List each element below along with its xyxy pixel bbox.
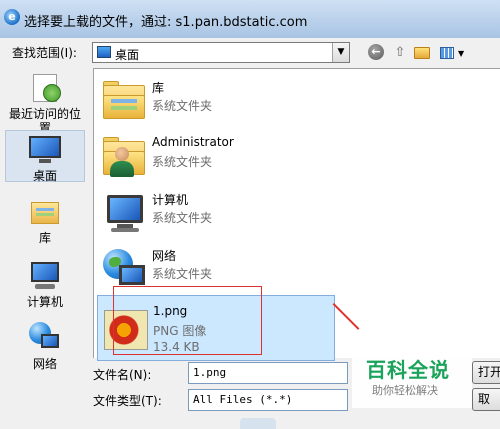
back-button[interactable]: ← [368, 44, 386, 62]
place-libraries[interactable]: 库 [5, 196, 85, 245]
look-in-value: 桌面 [115, 48, 140, 62]
file-name: 库 [152, 81, 165, 95]
user-folder-icon [101, 135, 147, 179]
back-arrow-icon: ← [368, 44, 384, 60]
bottom-tab [240, 418, 276, 429]
file-type: 系统文件夹 [152, 267, 213, 281]
new-folder-icon [414, 47, 430, 59]
place-network[interactable]: 网络 [5, 322, 85, 371]
up-folder-button[interactable]: ⇧ [391, 44, 409, 62]
place-desktop[interactable]: 桌面 [5, 130, 85, 183]
filetype-label: 文件类型(T): [93, 394, 162, 408]
filename-input[interactable]: 1.png [188, 362, 348, 384]
file-type: 系统文件夹 [152, 155, 213, 169]
recent-places-icon [29, 72, 61, 104]
view-menu-icon [439, 46, 454, 59]
highlight-box [113, 286, 262, 355]
place-label: 计算机 [26, 295, 63, 309]
ie-icon: e [4, 9, 20, 25]
file-name: 网络 [152, 249, 177, 263]
file-type: 系统文件夹 [152, 211, 213, 225]
list-item[interactable]: Administrator 系统文件夹 [97, 129, 332, 183]
file-name: Administrator [152, 135, 234, 149]
file-type: 系统文件夹 [152, 99, 213, 113]
network-icon [101, 247, 147, 291]
computer-icon [29, 260, 61, 292]
look-in-dropdown[interactable]: 桌面 ▼ [92, 42, 350, 63]
libraries-icon [29, 196, 61, 228]
libraries-folder-icon [101, 79, 147, 123]
desktop-icon [29, 134, 61, 166]
open-button[interactable]: 打开 [472, 361, 500, 384]
filetype-select[interactable]: All Files (*.*) [188, 389, 348, 411]
watermark: 百科全说 助你轻松解决 [352, 350, 472, 408]
filename-label: 文件名(N): [93, 368, 152, 382]
place-label: 网络 [32, 357, 57, 371]
view-menu-button[interactable]: ▼ [437, 44, 467, 62]
desktop-small-icon [97, 46, 111, 58]
place-recent[interactable]: 最近访问的位置 [5, 72, 85, 135]
list-item[interactable]: 库 系统文件夹 [97, 73, 332, 127]
network-icon [29, 322, 61, 354]
up-folder-icon: ⇧ [394, 45, 406, 60]
new-folder-button[interactable] [414, 44, 432, 62]
place-label: 桌面 [32, 169, 57, 183]
chevron-down-icon[interactable]: ▼ [332, 43, 349, 62]
place-label: 库 [38, 231, 51, 245]
watermark-subtitle: 助你轻松解决 [372, 384, 438, 397]
file-name: 计算机 [152, 193, 189, 207]
place-computer[interactable]: 计算机 [5, 260, 85, 309]
chevron-down-icon: ▼ [457, 49, 465, 58]
list-item[interactable]: 计算机 系统文件夹 [97, 185, 332, 239]
watermark-title: 百科全说 [366, 358, 450, 382]
window-title: 选择要上载的文件，通过: s1.pan.bdstatic.com [24, 15, 308, 30]
places-bar: 最近访问的位置 桌面 库 计算机 网络 [5, 68, 85, 378]
computer-icon [101, 191, 147, 235]
look-in-label: 查找范围(I): [12, 46, 77, 60]
cancel-button[interactable]: 取 [472, 388, 500, 411]
title-bar: e 选择要上载的文件，通过: s1.pan.bdstatic.com [0, 0, 500, 38]
